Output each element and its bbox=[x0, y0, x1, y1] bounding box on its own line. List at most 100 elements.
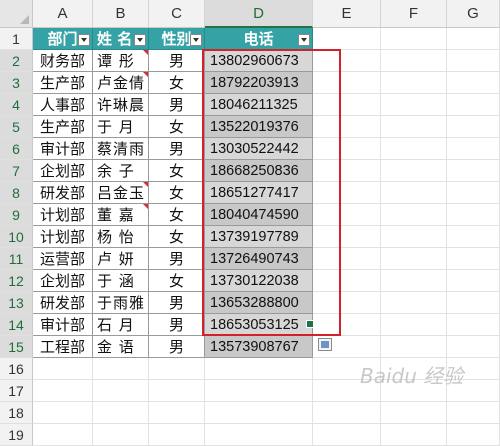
row-header-16[interactable]: 16 bbox=[0, 358, 33, 380]
table-header-name[interactable]: 姓 名 bbox=[93, 28, 149, 50]
empty-cell[interactable] bbox=[205, 380, 313, 402]
name-cell[interactable]: 蔡清雨 bbox=[93, 138, 149, 160]
dept-cell[interactable]: 研发部 bbox=[33, 182, 93, 204]
row-header-19[interactable]: 19 bbox=[0, 424, 33, 446]
filter-dropdown-icon[interactable] bbox=[134, 34, 146, 46]
name-cell[interactable]: 董 嘉 bbox=[93, 204, 149, 226]
empty-cell[interactable] bbox=[381, 72, 447, 94]
row-header-17[interactable]: 17 bbox=[0, 380, 33, 402]
empty-cell[interactable] bbox=[33, 358, 93, 380]
column-header-c[interactable]: C bbox=[149, 0, 205, 28]
empty-cell[interactable] bbox=[447, 160, 500, 182]
name-cell[interactable]: 吕金玉 bbox=[93, 182, 149, 204]
empty-cell[interactable] bbox=[381, 424, 447, 446]
name-cell[interactable]: 金 语 bbox=[93, 336, 149, 358]
empty-cell[interactable] bbox=[33, 380, 93, 402]
name-cell[interactable]: 卢金倩 bbox=[93, 72, 149, 94]
empty-cell[interactable] bbox=[447, 28, 500, 50]
row-header-7[interactable]: 7 bbox=[0, 160, 33, 182]
dept-cell[interactable]: 计划部 bbox=[33, 226, 93, 248]
gender-cell[interactable]: 女 bbox=[149, 204, 205, 226]
empty-cell[interactable] bbox=[93, 358, 149, 380]
dept-cell[interactable]: 审计部 bbox=[33, 138, 93, 160]
empty-cell[interactable] bbox=[447, 226, 500, 248]
column-header-g[interactable]: G bbox=[447, 0, 500, 28]
row-header-8[interactable]: 8 bbox=[0, 182, 33, 204]
empty-cell[interactable] bbox=[447, 182, 500, 204]
empty-cell[interactable] bbox=[447, 248, 500, 270]
gender-cell[interactable]: 男 bbox=[149, 94, 205, 116]
column-header-e[interactable]: E bbox=[313, 0, 381, 28]
row-header-6[interactable]: 6 bbox=[0, 138, 33, 160]
row-header-15[interactable]: 15 bbox=[0, 336, 33, 358]
empty-cell[interactable] bbox=[381, 160, 447, 182]
row-header-2[interactable]: 2 bbox=[0, 50, 33, 72]
column-header-b[interactable]: B bbox=[93, 0, 149, 28]
empty-cell[interactable] bbox=[447, 336, 500, 358]
empty-cell[interactable] bbox=[381, 204, 447, 226]
row-header-9[interactable]: 9 bbox=[0, 204, 33, 226]
empty-cell[interactable] bbox=[381, 314, 447, 336]
empty-cell[interactable] bbox=[381, 402, 447, 424]
filter-dropdown-icon[interactable] bbox=[298, 34, 310, 46]
empty-cell[interactable] bbox=[447, 402, 500, 424]
name-cell[interactable]: 余 子 bbox=[93, 160, 149, 182]
row-header-14[interactable]: 14 bbox=[0, 314, 33, 336]
empty-cell[interactable] bbox=[447, 204, 500, 226]
empty-cell[interactable] bbox=[381, 50, 447, 72]
dept-cell[interactable]: 运营部 bbox=[33, 248, 93, 270]
gender-cell[interactable]: 女 bbox=[149, 72, 205, 94]
dept-cell[interactable]: 工程部 bbox=[33, 336, 93, 358]
gender-cell[interactable]: 男 bbox=[149, 292, 205, 314]
name-cell[interactable]: 谭 彤 bbox=[93, 50, 149, 72]
fill-handle[interactable] bbox=[306, 320, 314, 328]
empty-cell[interactable] bbox=[381, 336, 447, 358]
name-cell[interactable]: 石 月 bbox=[93, 314, 149, 336]
empty-cell[interactable] bbox=[447, 72, 500, 94]
row-header-12[interactable]: 12 bbox=[0, 270, 33, 292]
empty-cell[interactable] bbox=[381, 94, 447, 116]
filter-dropdown-icon[interactable] bbox=[190, 34, 202, 46]
row-header-1[interactable]: 1 bbox=[0, 28, 33, 50]
empty-cell[interactable] bbox=[149, 402, 205, 424]
name-cell[interactable]: 于雨雅 bbox=[93, 292, 149, 314]
empty-cell[interactable] bbox=[447, 314, 500, 336]
gender-cell[interactable]: 女 bbox=[149, 160, 205, 182]
empty-cell[interactable] bbox=[381, 270, 447, 292]
column-header-a[interactable]: A bbox=[33, 0, 93, 28]
empty-cell[interactable] bbox=[447, 116, 500, 138]
gender-cell[interactable]: 男 bbox=[149, 138, 205, 160]
empty-cell[interactable] bbox=[381, 116, 447, 138]
empty-cell[interactable] bbox=[93, 402, 149, 424]
empty-cell[interactable] bbox=[149, 424, 205, 446]
row-header-3[interactable]: 3 bbox=[0, 72, 33, 94]
gender-cell[interactable]: 女 bbox=[149, 182, 205, 204]
empty-cell[interactable] bbox=[205, 358, 313, 380]
dept-cell[interactable]: 人事部 bbox=[33, 94, 93, 116]
dept-cell[interactable]: 研发部 bbox=[33, 292, 93, 314]
dept-cell[interactable]: 生产部 bbox=[33, 72, 93, 94]
empty-cell[interactable] bbox=[313, 28, 381, 50]
name-cell[interactable]: 卢 妍 bbox=[93, 248, 149, 270]
row-header-10[interactable]: 10 bbox=[0, 226, 33, 248]
empty-cell[interactable] bbox=[313, 402, 381, 424]
table-header-gender[interactable]: 性别 bbox=[149, 28, 205, 50]
empty-cell[interactable] bbox=[149, 380, 205, 402]
empty-cell[interactable] bbox=[447, 50, 500, 72]
empty-cell[interactable] bbox=[33, 402, 93, 424]
empty-cell[interactable] bbox=[381, 28, 447, 50]
empty-cell[interactable] bbox=[381, 182, 447, 204]
select-all-corner[interactable] bbox=[0, 0, 33, 28]
name-cell[interactable]: 于 月 bbox=[93, 116, 149, 138]
table-header-dept[interactable]: 部门 bbox=[33, 28, 93, 50]
column-header-f[interactable]: F bbox=[381, 0, 447, 28]
column-header-d[interactable]: D bbox=[205, 0, 313, 28]
gender-cell[interactable]: 男 bbox=[149, 248, 205, 270]
dept-cell[interactable]: 审计部 bbox=[33, 314, 93, 336]
gender-cell[interactable]: 男 bbox=[149, 336, 205, 358]
dept-cell[interactable]: 计划部 bbox=[33, 204, 93, 226]
empty-cell[interactable] bbox=[93, 424, 149, 446]
dept-cell[interactable]: 生产部 bbox=[33, 116, 93, 138]
gender-cell[interactable]: 女 bbox=[149, 226, 205, 248]
gender-cell[interactable]: 女 bbox=[149, 116, 205, 138]
